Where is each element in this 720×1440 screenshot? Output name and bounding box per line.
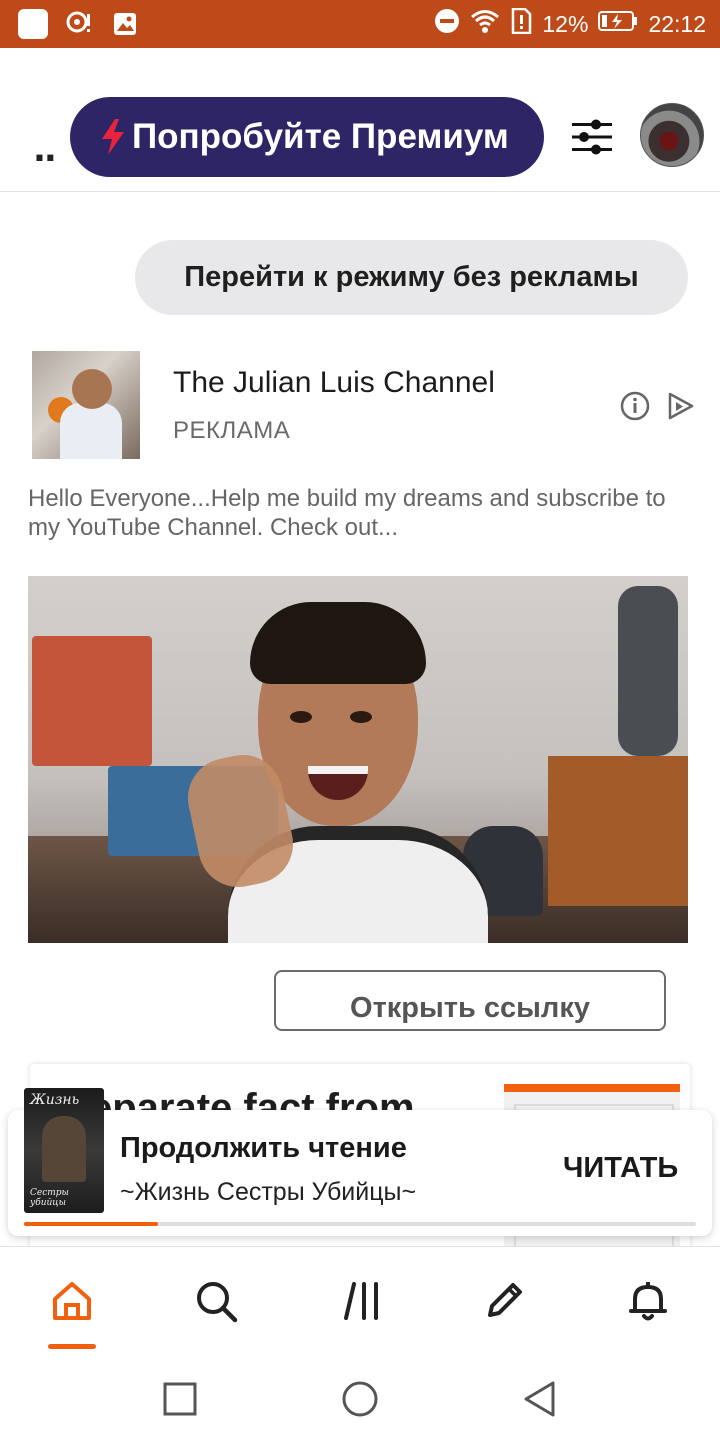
video-hair bbox=[250, 602, 426, 684]
continue-reading-title: Продолжить чтение bbox=[120, 1132, 407, 1164]
cover-subtitle: Сестры убийцы bbox=[30, 1188, 69, 1208]
continue-reading-banner[interactable]: Жизнь Сестры убийцы Продолжить чтение ~Ж… bbox=[8, 1088, 712, 1236]
bottom-navigation bbox=[0, 1246, 720, 1354]
recents-icon[interactable] bbox=[160, 1379, 200, 1419]
ad-channel-thumbnail[interactable] bbox=[32, 351, 140, 459]
back-icon[interactable] bbox=[520, 1379, 560, 1419]
open-link-button[interactable]: Открыть ссылку bbox=[274, 970, 666, 1031]
reading-progress-bar bbox=[24, 1222, 696, 1226]
library-icon[interactable] bbox=[338, 1277, 386, 1325]
lightning-icon bbox=[100, 119, 126, 155]
wifi-icon bbox=[470, 8, 500, 40]
thumb-shirt bbox=[60, 403, 122, 459]
home-icon[interactable] bbox=[48, 1277, 96, 1325]
adchoices-icon[interactable] bbox=[665, 391, 695, 421]
read-button[interactable]: ЧИТАТЬ bbox=[563, 1152, 678, 1185]
ad-description[interactable]: Hello Everyone...Help me build my dreams… bbox=[28, 484, 692, 542]
video-eye bbox=[350, 711, 372, 723]
battery-icon bbox=[598, 10, 638, 38]
ad-channel-name[interactable]: The Julian Luis Channel bbox=[173, 366, 495, 400]
system-navigation-bar bbox=[0, 1354, 720, 1440]
top-header: .. Попробуйте Премиум bbox=[0, 48, 720, 192]
notifications-icon[interactable] bbox=[624, 1277, 672, 1325]
video-boxes bbox=[548, 756, 688, 906]
ad-video[interactable] bbox=[28, 576, 688, 943]
cover-title: Жизнь bbox=[30, 1092, 80, 1108]
write-icon[interactable] bbox=[480, 1277, 528, 1325]
video-eye bbox=[290, 711, 312, 723]
reading-progress-fill bbox=[24, 1222, 159, 1226]
info-icon[interactable] bbox=[620, 391, 650, 421]
ad-label: РЕКЛАМА bbox=[173, 417, 291, 444]
try-premium-label: Попробуйте Премиум bbox=[132, 117, 509, 156]
cover-figure bbox=[42, 1116, 86, 1182]
battery-percent: 12% bbox=[542, 10, 589, 37]
book-cover[interactable]: Жизнь Сестры убийцы bbox=[24, 1088, 104, 1213]
status-bar: 12% 22:12 bbox=[0, 0, 720, 48]
app-notification-icon bbox=[18, 9, 48, 39]
hotspot-notification-icon bbox=[64, 9, 94, 39]
filter-settings-icon[interactable] bbox=[570, 115, 614, 159]
try-premium-button[interactable]: Попробуйте Премиум bbox=[70, 97, 544, 177]
story-title: ~Жизнь Сестры Убийцы~ bbox=[120, 1178, 417, 1206]
clock: 22:12 bbox=[648, 10, 706, 37]
video-toy-box bbox=[32, 636, 152, 766]
search-icon[interactable] bbox=[192, 1277, 240, 1325]
dnd-icon bbox=[434, 8, 460, 40]
home-circle-icon[interactable] bbox=[340, 1379, 380, 1419]
user-avatar[interactable] bbox=[640, 103, 704, 167]
video-figure bbox=[618, 586, 678, 756]
thumb-face bbox=[72, 369, 112, 409]
sim-alert-icon bbox=[510, 7, 532, 40]
image-notification-icon bbox=[110, 9, 140, 39]
overflow-truncation[interactable]: .. bbox=[33, 130, 57, 170]
active-tab-indicator bbox=[48, 1344, 96, 1349]
ad-free-mode-button[interactable]: Перейти к режиму без рекламы bbox=[135, 240, 688, 315]
